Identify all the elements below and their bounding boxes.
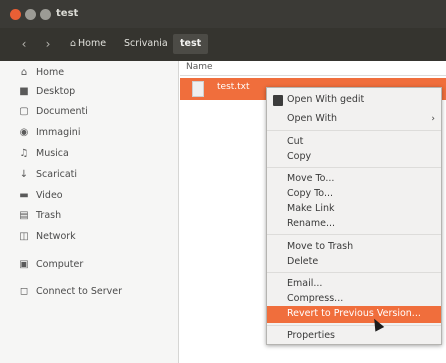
sidebar-item-immagini[interactable]: ◉ Immagini xyxy=(17,124,81,140)
sidebar-item-label: Network xyxy=(36,230,76,242)
sidebar-item-network[interactable]: ◫ Network xyxy=(17,228,76,244)
menu-item-compress[interactable]: Compress... xyxy=(287,293,343,304)
home-icon: ⌂ xyxy=(20,66,28,78)
back-button[interactable]: ‹ xyxy=(13,34,35,54)
menu-item-delete[interactable]: Delete xyxy=(287,256,318,267)
sidebar-item-label: Musica xyxy=(36,147,69,159)
menu-item-copy-to[interactable]: Copy To... xyxy=(287,188,333,199)
gedit-icon xyxy=(273,95,283,106)
title-bar: test xyxy=(0,0,446,28)
breadcrumb-home-label: Home xyxy=(78,38,107,49)
minimize-window-button[interactable] xyxy=(25,9,36,20)
menu-item-rename[interactable]: Rename... xyxy=(287,218,335,229)
download-icon: ↓ xyxy=(19,168,29,180)
sidebar-item-trash[interactable]: ▤ Trash xyxy=(17,207,61,223)
sidebar-item-connect-to-server[interactable]: ◻ Connect to Server xyxy=(17,283,122,299)
close-window-button[interactable] xyxy=(10,9,21,20)
sidebar: ⌂ Home ■ Desktop ▢ Documenti ◉ Immagini … xyxy=(0,61,179,363)
sidebar-item-label: Immagini xyxy=(36,126,81,138)
sidebar-item-musica[interactable]: ♫ Musica xyxy=(17,145,69,161)
menu-item-cut[interactable]: Cut xyxy=(287,136,303,147)
menu-item-move-to[interactable]: Move To... xyxy=(287,173,334,184)
sidebar-item-documenti[interactable]: ▢ Documenti xyxy=(17,103,88,119)
document-icon: ▢ xyxy=(19,105,29,117)
menu-item-make-link[interactable]: Make Link xyxy=(287,203,335,214)
context-menu: Open With gedit Open With › Cut Copy Mov… xyxy=(266,87,442,345)
menu-item-email[interactable]: Email... xyxy=(287,278,322,289)
sidebar-item-desktop[interactable]: ■ Desktop xyxy=(17,83,75,99)
sidebar-item-label: Desktop xyxy=(36,85,76,97)
menu-item-copy[interactable]: Copy xyxy=(287,151,311,162)
menu-separator xyxy=(267,272,441,273)
breadcrumb-home[interactable]: ⌂ Home xyxy=(66,34,110,54)
menu-item-move-to-trash[interactable]: Move to Trash xyxy=(287,241,353,252)
folder-icon: ■ xyxy=(19,85,29,97)
camera-icon: ◉ xyxy=(19,126,29,138)
menu-separator xyxy=(267,167,441,168)
menu-item-properties[interactable]: Properties xyxy=(287,330,335,341)
header-divider xyxy=(180,75,446,76)
sidebar-item-label: Scaricati xyxy=(36,168,78,180)
server-icon: ◻ xyxy=(19,285,29,297)
menu-item-open-with-gedit[interactable]: Open With gedit xyxy=(287,94,364,105)
video-icon: ▬ xyxy=(19,189,29,201)
column-header-name[interactable]: Name xyxy=(186,62,213,72)
sidebar-item-label: Documenti xyxy=(36,105,88,117)
breadcrumb-test[interactable]: test xyxy=(173,34,209,54)
sidebar-item-scaricati[interactable]: ↓ Scaricati xyxy=(17,166,77,182)
file-name: test.txt xyxy=(217,82,250,92)
trash-icon: ▤ xyxy=(19,209,29,221)
breadcrumb-scrivania[interactable]: Scrivania xyxy=(120,34,172,54)
network-icon: ◫ xyxy=(19,230,29,242)
music-icon: ♫ xyxy=(19,147,29,159)
computer-icon: ▣ xyxy=(19,258,29,270)
sidebar-item-label: Home xyxy=(36,66,65,78)
forward-button[interactable]: › xyxy=(37,34,59,54)
maximize-window-button[interactable] xyxy=(40,9,51,20)
home-icon: ⌂ xyxy=(70,38,77,49)
sidebar-item-label: Connect to Server xyxy=(36,285,123,297)
sidebar-item-computer[interactable]: ▣ Computer xyxy=(17,256,83,272)
sidebar-item-home[interactable]: ⌂ Home xyxy=(17,64,64,80)
toolbar: ‹ › ⌂ Home Scrivania test xyxy=(0,28,446,61)
sidebar-item-label: Computer xyxy=(36,258,84,270)
menu-item-open-with[interactable]: Open With xyxy=(287,113,337,124)
menu-separator xyxy=(267,234,441,235)
sidebar-item-label: Trash xyxy=(36,209,62,221)
sidebar-item-label: Video xyxy=(36,189,63,201)
sidebar-item-video[interactable]: ▬ Video xyxy=(17,187,63,203)
submenu-arrow-icon: › xyxy=(431,114,435,124)
text-file-icon xyxy=(192,81,204,97)
menu-separator xyxy=(267,130,441,131)
menu-separator xyxy=(267,325,441,326)
menu-item-revert-to-previous-version[interactable]: Revert to Previous Version... xyxy=(287,308,421,319)
window-title: test xyxy=(56,8,79,19)
